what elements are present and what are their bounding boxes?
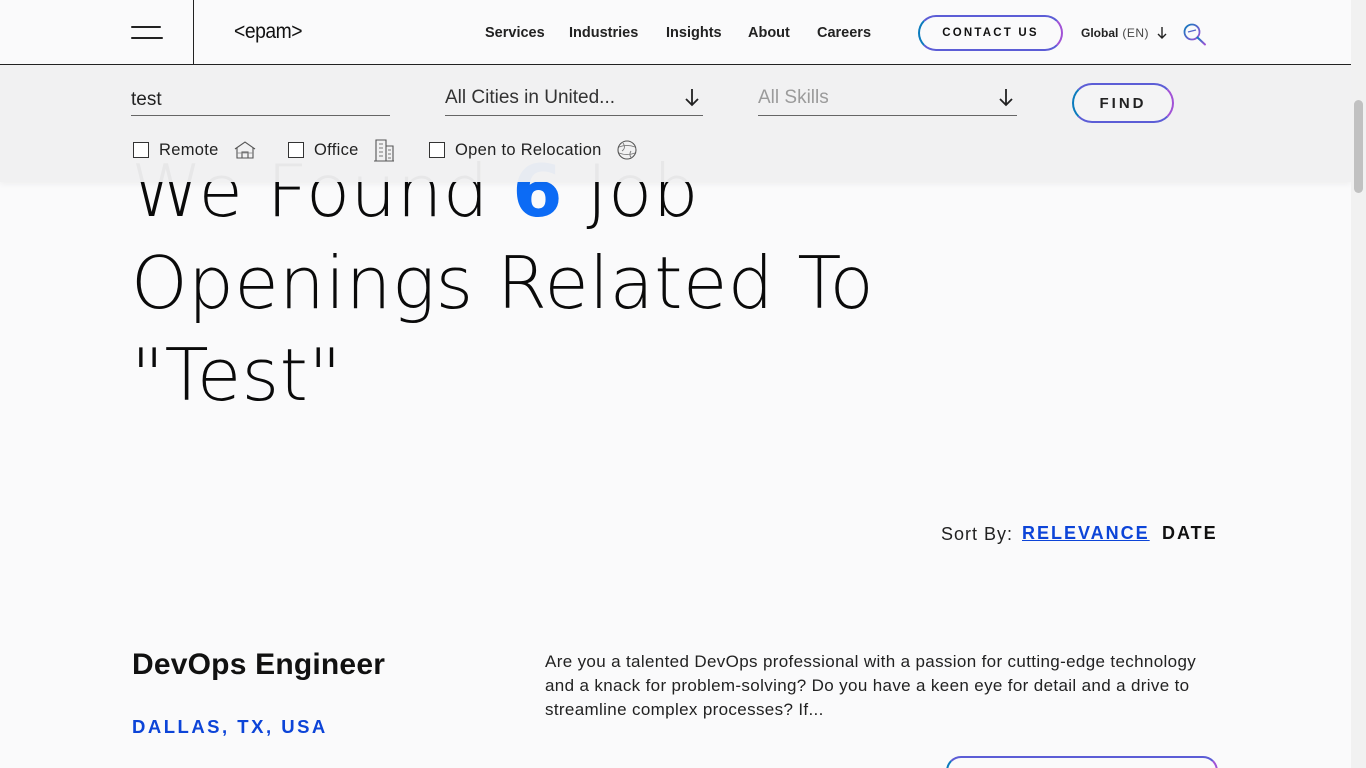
find-button[interactable]: FIND	[1072, 83, 1174, 123]
building-icon	[373, 139, 394, 162]
keyword-input[interactable]	[131, 84, 390, 116]
skills-dropdown[interactable]: All Skills	[758, 84, 1017, 116]
job-description: Are you a talented DevOps professional w…	[545, 652, 1197, 719]
nav-industries[interactable]: Industries	[569, 23, 638, 43]
job-title[interactable]: DevOps Engineer	[132, 648, 385, 682]
arrow-down-icon	[999, 89, 1013, 107]
job-location[interactable]: DALLAS, TX, USA	[132, 716, 328, 738]
arrow-down-icon	[685, 89, 699, 107]
relocation-label: Open to Relocation	[455, 140, 602, 159]
scrollbar-thumb[interactable]	[1354, 100, 1363, 193]
relocation-option[interactable]: Open to Relocation	[429, 139, 638, 161]
house-icon	[234, 141, 255, 159]
sort-relevance-link[interactable]: RELEVANCE	[1022, 523, 1150, 544]
job-search-filters: All Cities in United... All Skills FIND …	[0, 65, 1351, 182]
remote-checkbox[interactable]	[133, 142, 149, 158]
arrow-down-icon	[1157, 27, 1167, 39]
sort-date-link[interactable]: DATE	[1162, 523, 1218, 544]
page-scrollbar[interactable]	[1351, 0, 1366, 768]
headline-line-3: "Test"	[131, 333, 343, 417]
menu-icon[interactable]	[131, 24, 163, 42]
office-label: Office	[314, 140, 359, 159]
skills-dropdown-placeholder: All Skills	[758, 87, 829, 108]
sort-label: Sort By:	[941, 524, 1014, 544]
nav-about[interactable]: About	[748, 23, 790, 43]
contact-us-button[interactable]: CONTACT US	[918, 15, 1063, 51]
remote-label: Remote	[159, 140, 219, 159]
nav-insights[interactable]: Insights	[666, 23, 722, 43]
office-option[interactable]: Office	[288, 139, 395, 162]
headline-line-2: Openings Related To	[131, 241, 875, 325]
results-headline: We Found 6 Job Openings Related To "Test…	[131, 145, 961, 421]
office-checkbox[interactable]	[288, 142, 304, 158]
city-dropdown-value: All Cities in United...	[445, 87, 616, 108]
view-and-apply-button[interactable]	[946, 756, 1218, 768]
nav-careers[interactable]: Careers	[817, 23, 871, 43]
language-selector[interactable]: Global (EN)	[1081, 24, 1167, 42]
site-header: <epam> Services Industries Insights Abou…	[0, 0, 1351, 65]
relocation-checkbox[interactable]	[429, 142, 445, 158]
remote-option[interactable]: Remote	[133, 139, 257, 161]
globe-icon	[617, 140, 637, 160]
language-label: (EN)	[1122, 26, 1150, 40]
nav-services[interactable]: Services	[485, 23, 545, 43]
epam-logo[interactable]: <epam>	[234, 19, 303, 45]
search-icon[interactable]	[1182, 22, 1208, 46]
region-label: Global	[1081, 26, 1119, 40]
header-divider	[193, 0, 194, 65]
city-dropdown[interactable]: All Cities in United...	[445, 84, 703, 116]
